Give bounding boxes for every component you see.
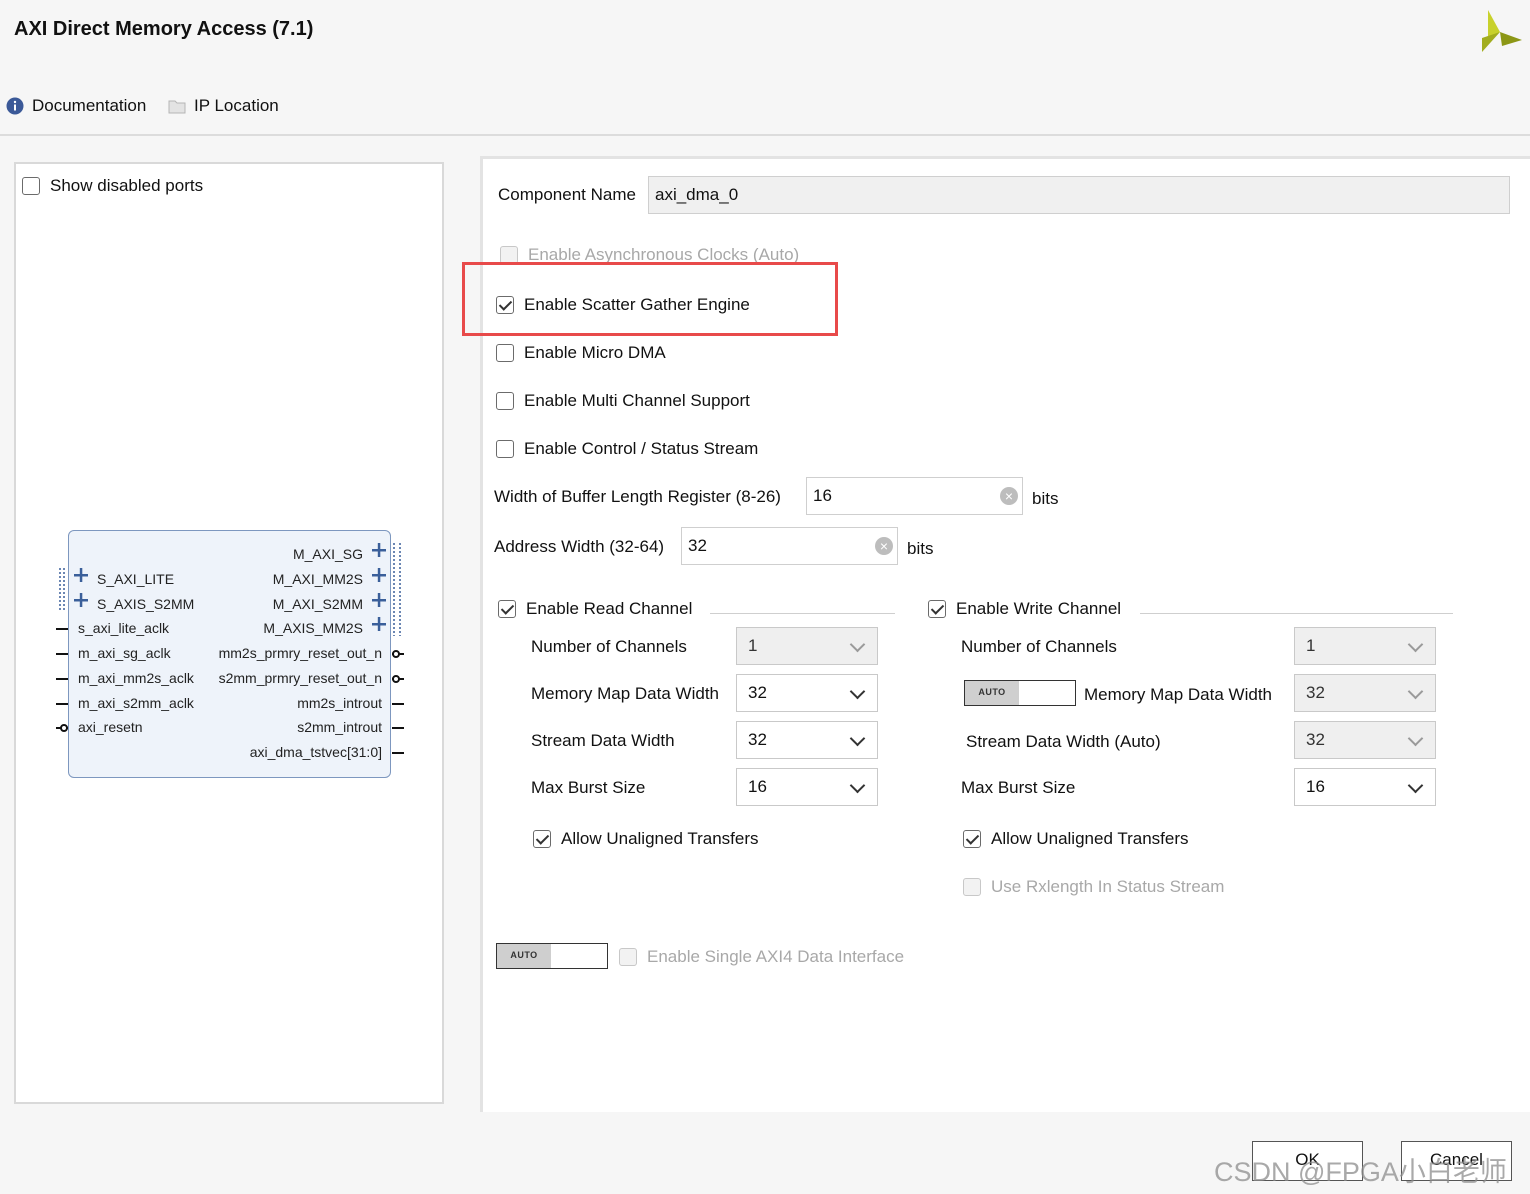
control-status-option[interactable]: Enable Control / Status Stream: [496, 439, 758, 459]
write-max-burst-label: Max Burst Size: [961, 778, 1076, 797]
info-icon: [6, 97, 24, 115]
write-mm-auto-toggle[interactable]: AUTO: [964, 680, 1076, 706]
write-num-channels-value: 1: [1306, 636, 1316, 655]
multi-channel-checkbox[interactable]: [496, 392, 514, 410]
address-width-unit: bits: [907, 539, 934, 558]
read-max-burst-value: 16: [748, 777, 767, 796]
scatter-gather-checkbox[interactable]: [496, 296, 514, 314]
component-name-input[interactable]: axi_dma_0: [648, 176, 1510, 214]
auto-toggle-label: AUTO: [497, 944, 551, 968]
read-num-channels-label: Number of Channels: [531, 637, 687, 656]
read-max-burst-select[interactable]: 16: [736, 768, 878, 806]
rxlength-option: Use Rxlength In Status Stream: [963, 877, 1224, 897]
write-stream-data-width-label: Stream Data Width (Auto): [966, 732, 1161, 751]
buffer-length-unit: bits: [1032, 489, 1059, 508]
write-stream-data-width-value: 32: [1306, 730, 1325, 749]
read-mm-data-width-value: 32: [748, 683, 767, 702]
chevron-down-icon: [1407, 636, 1424, 653]
micro-dma-option[interactable]: Enable Micro DMA: [496, 343, 666, 363]
single-axi4-checkbox: [619, 948, 637, 966]
address-width-value: 32: [688, 536, 707, 555]
buffer-length-input[interactable]: 16 ×: [806, 477, 1023, 515]
multi-channel-label: Enable Multi Channel Support: [524, 391, 750, 410]
read-mm-data-width-select[interactable]: 32: [736, 674, 878, 712]
component-name-label: Component Name: [498, 185, 636, 204]
read-stream-data-width-label: Stream Data Width: [531, 731, 675, 750]
control-status-label: Enable Control / Status Stream: [524, 439, 759, 458]
chevron-down-icon: [1407, 730, 1424, 747]
write-max-burst-value: 16: [1306, 777, 1325, 796]
write-channel-label: Enable Write Channel: [956, 599, 1122, 618]
write-mm-data-width-select: 32: [1294, 674, 1436, 712]
clear-icon[interactable]: ×: [875, 537, 893, 555]
chevron-down-icon: [849, 683, 866, 700]
write-channel-checkbox[interactable]: [928, 600, 946, 618]
read-num-channels-select: 1: [736, 627, 878, 665]
documentation-link[interactable]: Documentation: [6, 96, 146, 116]
micro-dma-label: Enable Micro DMA: [524, 343, 666, 362]
read-max-burst-label: Max Burst Size: [531, 778, 646, 797]
single-axi4-option: Enable Single AXI4 Data Interface: [619, 947, 904, 967]
write-stream-data-width-select: 32: [1294, 721, 1436, 759]
address-width-label: Address Width (32-64): [494, 537, 665, 556]
write-mm-data-width-label: Memory Map Data Width: [1084, 685, 1272, 704]
micro-dma-checkbox[interactable]: [496, 344, 514, 362]
header-divider: [0, 134, 1530, 136]
xilinx-logo-icon: [1482, 10, 1522, 52]
buffer-length-value: 16: [813, 486, 832, 505]
write-unaligned-checkbox[interactable]: [963, 830, 981, 848]
read-unaligned-checkbox[interactable]: [533, 830, 551, 848]
rxlength-checkbox: [963, 878, 981, 896]
write-channel-option[interactable]: Enable Write Channel: [928, 599, 1121, 619]
write-max-burst-select[interactable]: 16: [1294, 768, 1436, 806]
read-unaligned-option[interactable]: Allow Unaligned Transfers: [533, 829, 758, 849]
port-pins-graphic: [56, 543, 404, 754]
show-disabled-ports-checkbox[interactable]: [22, 177, 40, 195]
write-mm-data-width-value: 32: [1306, 683, 1325, 702]
chevron-down-icon: [1407, 777, 1424, 794]
read-channel-checkbox[interactable]: [498, 600, 516, 618]
multi-channel-option[interactable]: Enable Multi Channel Support: [496, 391, 750, 411]
write-unaligned-label: Allow Unaligned Transfers: [991, 829, 1189, 848]
watermark-text: CSDN @FPGA小白老师: [1214, 1157, 1507, 1187]
scatter-gather-option[interactable]: Enable Scatter Gather Engine: [496, 295, 750, 315]
write-num-channels-select: 1: [1294, 627, 1436, 665]
read-stream-data-width-select[interactable]: 32: [736, 721, 878, 759]
dialog-title: AXI Direct Memory Access (7.1): [14, 18, 314, 40]
buffer-length-label: Width of Buffer Length Register (8-26): [494, 487, 781, 506]
plus-icon: [74, 543, 386, 631]
read-unaligned-label: Allow Unaligned Transfers: [561, 829, 759, 848]
ip-location-label: IP Location: [194, 96, 279, 115]
rxlength-label: Use Rxlength In Status Stream: [991, 877, 1225, 896]
scatter-gather-label: Enable Scatter Gather Engine: [524, 295, 750, 314]
show-disabled-ports-option[interactable]: Show disabled ports: [22, 176, 203, 196]
ip-location-link[interactable]: IP Location: [168, 96, 279, 116]
chevron-down-icon: [849, 730, 866, 747]
read-channel-label: Enable Read Channel: [526, 599, 693, 618]
single-axi4-auto-toggle[interactable]: AUTO: [496, 943, 608, 969]
auto-toggle-label: AUTO: [965, 681, 1019, 705]
show-disabled-ports-label: Show disabled ports: [50, 176, 204, 195]
read-mm-data-width-label: Memory Map Data Width: [531, 684, 719, 703]
single-axi4-label: Enable Single AXI4 Data Interface: [647, 947, 905, 966]
read-channel-option[interactable]: Enable Read Channel: [498, 599, 692, 619]
clear-icon[interactable]: ×: [1000, 487, 1018, 505]
write-num-channels-label: Number of Channels: [961, 637, 1117, 656]
chevron-down-icon: [849, 636, 866, 653]
read-num-channels-value: 1: [748, 636, 758, 655]
read-stream-data-width-value: 32: [748, 730, 767, 749]
read-channel-group-line: [710, 613, 895, 614]
chevron-down-icon: [1407, 683, 1424, 700]
chevron-down-icon: [849, 777, 866, 794]
write-unaligned-option[interactable]: Allow Unaligned Transfers: [963, 829, 1188, 849]
folder-icon: [168, 100, 186, 114]
control-status-checkbox[interactable]: [496, 440, 514, 458]
documentation-label: Documentation: [32, 96, 147, 115]
address-width-input[interactable]: 32 ×: [681, 527, 898, 565]
write-channel-group-line: [1140, 613, 1453, 614]
